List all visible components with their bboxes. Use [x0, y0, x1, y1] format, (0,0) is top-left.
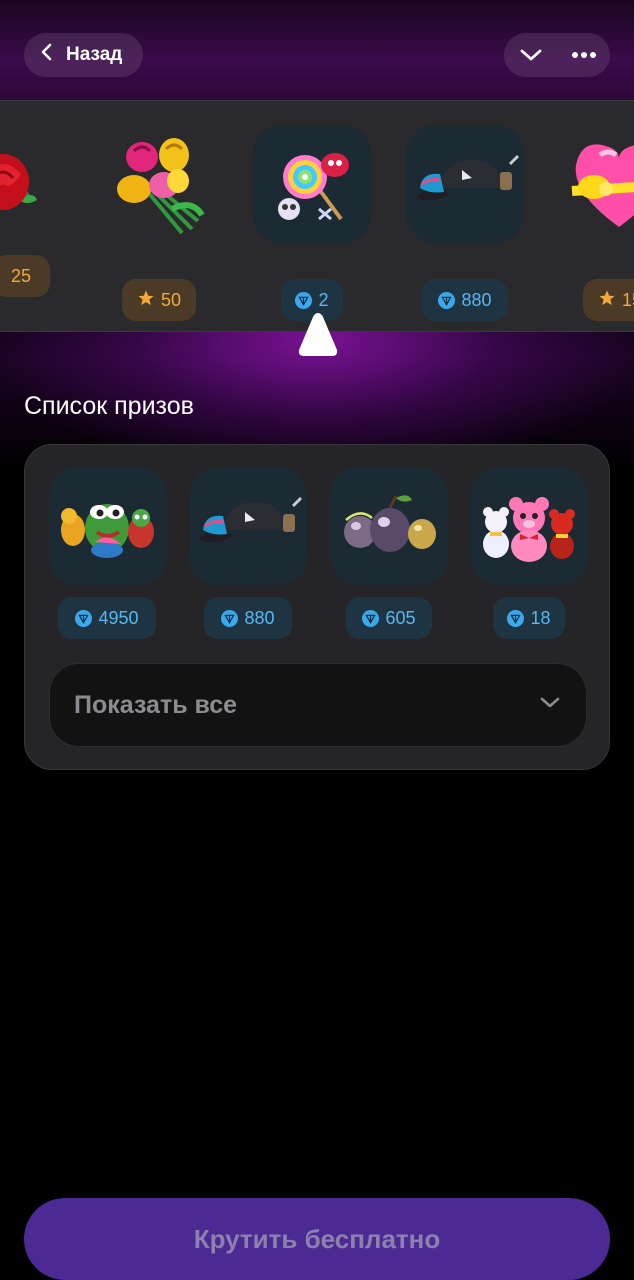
ton-icon	[507, 609, 525, 627]
roulette-item: 50	[98, 125, 216, 325]
chevron-down-icon[interactable]	[511, 35, 551, 75]
pepe-plush-icon	[49, 467, 167, 585]
price-value: 25	[10, 265, 32, 286]
cap-icon	[406, 125, 524, 243]
price-tag: 25	[0, 255, 50, 297]
roulette-pointer	[297, 310, 339, 358]
more-icon[interactable]	[564, 35, 604, 75]
heart-box-icon	[560, 125, 634, 243]
spin-free-label: Крутить бесплатно	[193, 1223, 441, 1254]
prize-item[interactable]: 18	[470, 467, 588, 643]
price-tag: 880	[422, 279, 508, 321]
show-all-button[interactable]: Показать все	[49, 663, 587, 747]
bears-icon	[470, 467, 588, 585]
chevron-left-icon	[38, 43, 56, 67]
price-tag: 4950	[58, 597, 156, 639]
ton-icon	[75, 609, 93, 627]
price-tag: 50	[122, 279, 196, 321]
prize-item[interactable]: 605	[330, 467, 448, 643]
back-button[interactable]: Назад	[24, 33, 143, 77]
roulette-item: 880	[406, 125, 524, 325]
show-all-label: Показать все	[74, 690, 238, 719]
price-value: 4950	[98, 607, 139, 628]
ton-icon	[438, 291, 456, 309]
price-value: 15	[621, 289, 634, 310]
prize-list-title: Список призов	[24, 392, 194, 420]
price-tag: 880	[204, 597, 292, 639]
spin-free-button[interactable]: Крутить бесплатно	[24, 1198, 610, 1280]
price-value: 605	[385, 607, 416, 628]
prize-list-card: 4950 880 605 18 Показать все	[24, 444, 610, 770]
price-value: 2	[318, 289, 329, 310]
top-bar: Назад	[0, 0, 634, 100]
star-icon	[598, 289, 616, 312]
roulette-item: 25	[0, 125, 50, 325]
star-icon	[137, 289, 155, 312]
roulette-item: 15	[560, 125, 634, 325]
cap-icon	[189, 467, 307, 585]
price-value: 18	[530, 607, 551, 628]
price-value: 880	[244, 607, 275, 628]
ton-icon	[295, 291, 313, 309]
price-value: 880	[461, 289, 492, 310]
plums-icon	[330, 467, 448, 585]
rose-icon	[0, 125, 50, 243]
back-label: Назад	[66, 44, 123, 65]
prize-roulette: 25 50 2 880 1	[0, 100, 634, 332]
prize-item[interactable]: 4950	[49, 467, 167, 643]
header-actions	[504, 33, 610, 77]
price-tag: 605	[346, 597, 432, 639]
ton-icon	[221, 609, 239, 627]
bouquet-icon	[98, 125, 216, 243]
price-tag: 18	[493, 597, 565, 639]
price-value: 50	[160, 289, 182, 310]
prize-item[interactable]: 880	[189, 467, 307, 643]
chevron-down-icon	[538, 690, 562, 721]
roulette-item: 2	[253, 125, 371, 325]
ton-icon	[362, 609, 380, 627]
price-tag: 15	[583, 279, 634, 321]
lollipop-icon	[253, 125, 371, 243]
